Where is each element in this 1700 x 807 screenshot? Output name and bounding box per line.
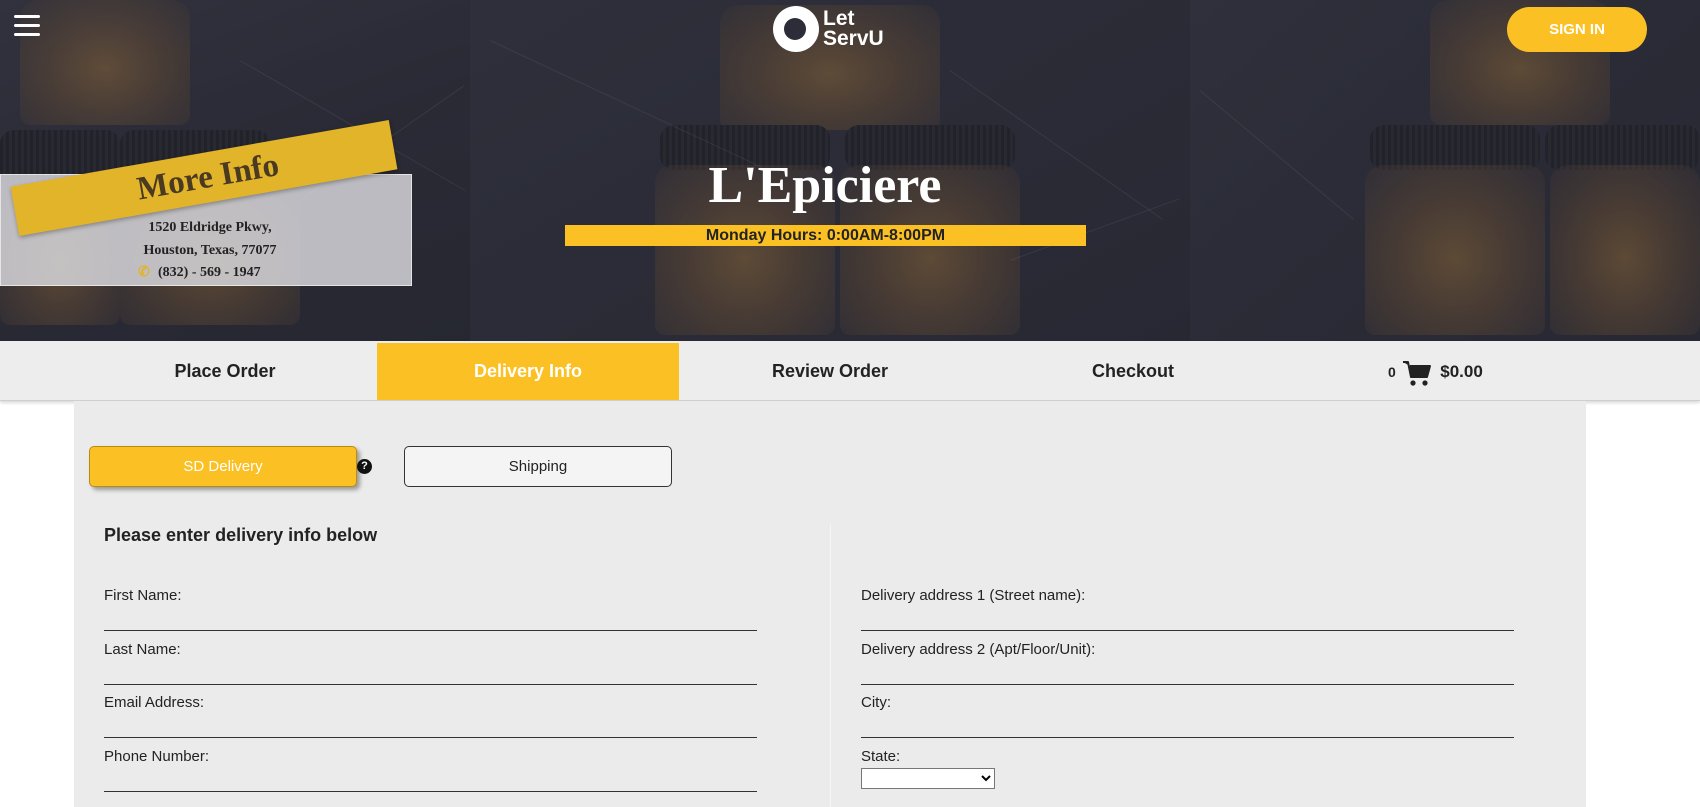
logo-text: Let ServU bbox=[823, 7, 884, 50]
last-name-label: Last Name: bbox=[104, 641, 181, 658]
delivery-address1-field[interactable] bbox=[861, 607, 1514, 631]
delivery-form-heading: Please enter delivery info below bbox=[104, 525, 378, 545]
help-icon[interactable]: ? bbox=[357, 459, 372, 474]
cart-count: 0 bbox=[1388, 364, 1396, 381]
delivery-address1-label: Delivery address 1 (Street name): bbox=[861, 587, 1086, 604]
email-address-label: Email Address: bbox=[104, 694, 205, 711]
city-field[interactable] bbox=[861, 714, 1514, 738]
tab-place-order[interactable]: Place Order bbox=[74, 343, 376, 400]
sign-in-button[interactable]: SIGN IN bbox=[1507, 7, 1647, 52]
first-name-field[interactable] bbox=[104, 607, 757, 631]
store-address-line2: Houston, Texas, 77077 bbox=[143, 243, 277, 258]
last-name-field[interactable] bbox=[104, 661, 757, 685]
cart-summary[interactable]: 0 $0.00 bbox=[1388, 343, 1483, 400]
cart-total: $0.00 bbox=[1440, 362, 1483, 381]
logo-mark-icon bbox=[773, 6, 819, 52]
form-column-divider bbox=[830, 524, 831, 807]
phone-number-label: Phone Number: bbox=[104, 748, 210, 765]
store-phone-number: (832) - 569 - 1947 bbox=[158, 265, 261, 280]
city-label: City: bbox=[861, 694, 891, 711]
delivery-address2-label: Delivery address 2 (Apt/Floor/Unit): bbox=[861, 641, 1096, 658]
phone-icon: ✆ bbox=[138, 265, 150, 280]
store-name: L'Epiciere bbox=[708, 157, 942, 214]
store-hours: Monday Hours: 0:00AM-8:00PM bbox=[565, 225, 1086, 246]
store-phone[interactable]: ✆ (832) - 569 - 1947 bbox=[138, 265, 261, 281]
hamburger-menu-icon[interactable] bbox=[14, 15, 40, 37]
shipping-button[interactable]: Shipping bbox=[404, 446, 672, 487]
phone-number-field[interactable] bbox=[104, 768, 757, 792]
first-name-label: First Name: bbox=[104, 587, 182, 604]
shopping-cart-icon bbox=[1402, 360, 1431, 386]
state-label: State: bbox=[861, 748, 901, 765]
sd-delivery-button[interactable]: SD Delivery bbox=[89, 446, 357, 487]
tab-delivery-info[interactable]: Delivery Info bbox=[377, 343, 679, 400]
tab-review-order[interactable]: Review Order bbox=[679, 343, 981, 400]
letservu-logo[interactable]: Let ServU bbox=[773, 4, 889, 54]
delivery-address2-field[interactable] bbox=[861, 661, 1514, 685]
tab-checkout[interactable]: Checkout bbox=[982, 343, 1284, 400]
state-select[interactable] bbox=[861, 768, 995, 789]
store-hero-banner: Let ServU SIGN IN More Info 1520 Eldridg… bbox=[0, 0, 1700, 341]
order-step-nav: Place Order Delivery Info Review Order C… bbox=[0, 341, 1700, 401]
email-field[interactable] bbox=[104, 714, 757, 738]
store-address-line1: 1520 Eldridge Pkwy, bbox=[148, 220, 272, 235]
